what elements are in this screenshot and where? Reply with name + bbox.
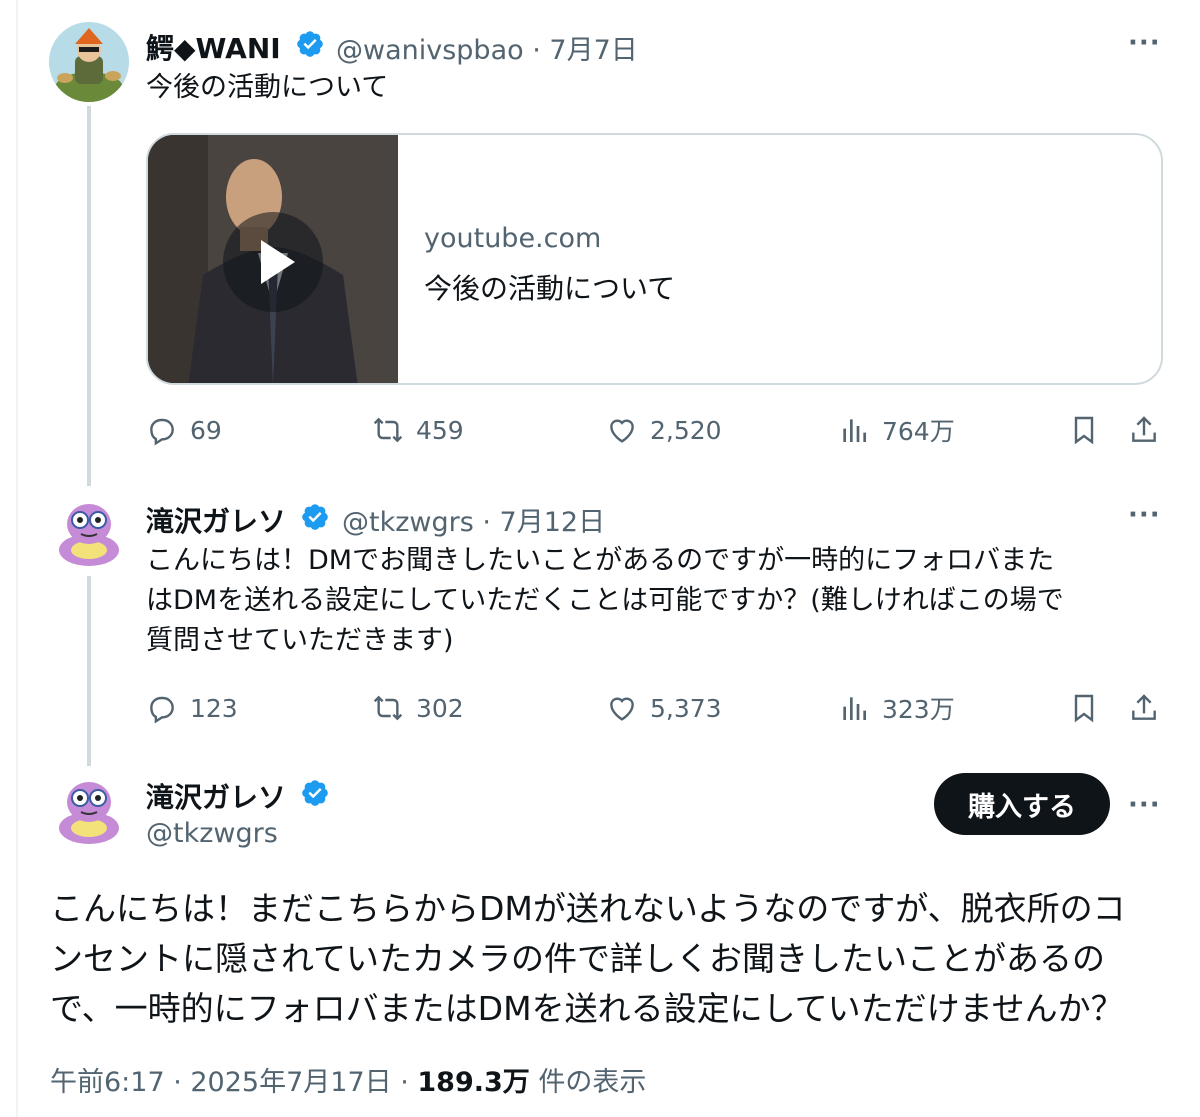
views-button[interactable]: 323万: [838, 686, 955, 730]
card-domain: youtube.com: [424, 223, 602, 254]
main-tweet-text-line: で、一時的にフォロバまたはDMを送れる設定にしていただけませんか？: [50, 989, 1124, 1028]
retweet-button[interactable]: 302: [372, 686, 464, 730]
link-card[interactable]: youtube.com 今後の活動について: [146, 133, 1163, 385]
share-icon: [1132, 694, 1156, 720]
tweet-meta: @wanivspbao · 7月7日: [336, 28, 638, 67]
views-count: 323万: [882, 695, 955, 724]
main-tweet-text: こんにちは！まだこちらからDMが送れないようなのですが、脱衣所のコ ンセントに隠…: [50, 884, 1160, 1034]
tweet-text-line: 質問させていただきます): [146, 625, 454, 656]
views-count: 189.3万: [417, 1067, 530, 1098]
like-button[interactable]: 5,373: [606, 686, 722, 730]
author-handle[interactable]: @tkzwgrs: [146, 818, 278, 849]
main-tweet-text-line: ンセントに隠されていたカメラの件で詳しくお聞きしたいことがあるの: [50, 939, 1106, 978]
tweet-text-line: こんにちは！DMでお聞きしたいことがあるのですが一時的にフォロバまた: [146, 545, 1055, 576]
tweet-meta: @tkzwgrs · 7月12日: [342, 500, 605, 539]
tweet-text: 今後の活動について: [146, 72, 389, 103]
avatar-wani[interactable]: [49, 22, 129, 102]
retweet-count: 302: [416, 693, 464, 723]
views-icon: [843, 419, 866, 442]
more-options-icon[interactable]: ···: [1128, 500, 1161, 530]
tweet-actions: 69 459 2,520 764万: [146, 408, 1166, 452]
views-count: 764万: [882, 417, 955, 446]
like-button[interactable]: 2,520: [606, 408, 722, 452]
avatar-tkzwgrs[interactable]: [49, 490, 129, 570]
views-label: 件の表示: [529, 1067, 647, 1098]
avatar-tkzwgrs[interactable]: [49, 768, 129, 848]
bookmark-icon: [1074, 416, 1094, 445]
tweet-date[interactable]: 7月12日: [500, 507, 606, 538]
verified-badge-icon: [297, 31, 323, 57]
thread-line-2: [87, 576, 91, 766]
more-options-icon[interactable]: ···: [1128, 28, 1161, 58]
author-handle[interactable]: @wanivspbao: [336, 35, 524, 66]
author-name[interactable]: 滝沢ガレソ: [146, 776, 286, 816]
reply-button[interactable]: 69: [146, 408, 222, 452]
share-icon: [1132, 416, 1156, 442]
thread-line-1: [87, 106, 91, 486]
verified-badge-icon: [302, 780, 328, 806]
views-button[interactable]: 764万: [838, 408, 955, 452]
video-thumbnail[interactable]: [148, 135, 398, 383]
bookmark-icon: [1074, 694, 1094, 723]
author-handle[interactable]: @tkzwgrs: [342, 507, 474, 538]
views-icon: [843, 697, 866, 720]
bookmark-button[interactable]: [1068, 408, 1112, 452]
tweet-date[interactable]: 7月7日: [549, 35, 637, 66]
retweet-count: 459: [416, 415, 464, 445]
like-icon: [610, 419, 634, 443]
card-title: 今後の活動について: [424, 272, 676, 305]
reply-icon: [150, 696, 174, 724]
like-count: 5,373: [650, 693, 722, 723]
author-name[interactable]: 滝沢ガレソ: [146, 500, 286, 540]
author-name[interactable]: 鰐◆WANI: [146, 27, 281, 67]
buy-button[interactable]: 購入する: [934, 773, 1110, 835]
bookmark-button[interactable]: [1068, 686, 1112, 730]
retweet-button[interactable]: 459: [372, 408, 464, 452]
like-icon: [610, 697, 634, 721]
tweet-text: こんにちは！DMでお聞きしたいことがあるのですが一時的にフォロバまた はDMを送…: [146, 541, 1156, 661]
tweet-footer: 午前6:17 · 2025年7月17日 · 189.3万 件の表示: [50, 1060, 646, 1099]
reply-icon: [150, 418, 174, 446]
share-button[interactable]: [1128, 686, 1172, 730]
play-icon[interactable]: [217, 206, 329, 318]
like-count: 2,520: [650, 415, 722, 445]
main-tweet-text-line: こんにちは！まだこちらからDMが送れないようなのですが、脱衣所のコ: [50, 889, 1126, 928]
reply-count: 69: [190, 415, 222, 445]
tweet-timestamp[interactable]: 午前6:17 · 2025年7月17日 ·: [50, 1067, 417, 1098]
tweet-text-line: はDMを送れる設定にしていただくことは可能ですか？(難しければこの場で: [146, 585, 1064, 616]
verified-badge-icon: [302, 504, 328, 530]
retweet-icon: [373, 695, 403, 721]
more-options-icon[interactable]: ···: [1128, 790, 1161, 820]
reply-count: 123: [190, 693, 238, 723]
reply-button[interactable]: 123: [146, 686, 238, 730]
tweet-actions: 123 302 5,373 323万: [146, 686, 1166, 730]
retweet-icon: [373, 417, 403, 443]
meta-separator: ·: [473, 507, 500, 538]
share-button[interactable]: [1128, 408, 1172, 452]
meta-separator: ·: [523, 35, 550, 66]
